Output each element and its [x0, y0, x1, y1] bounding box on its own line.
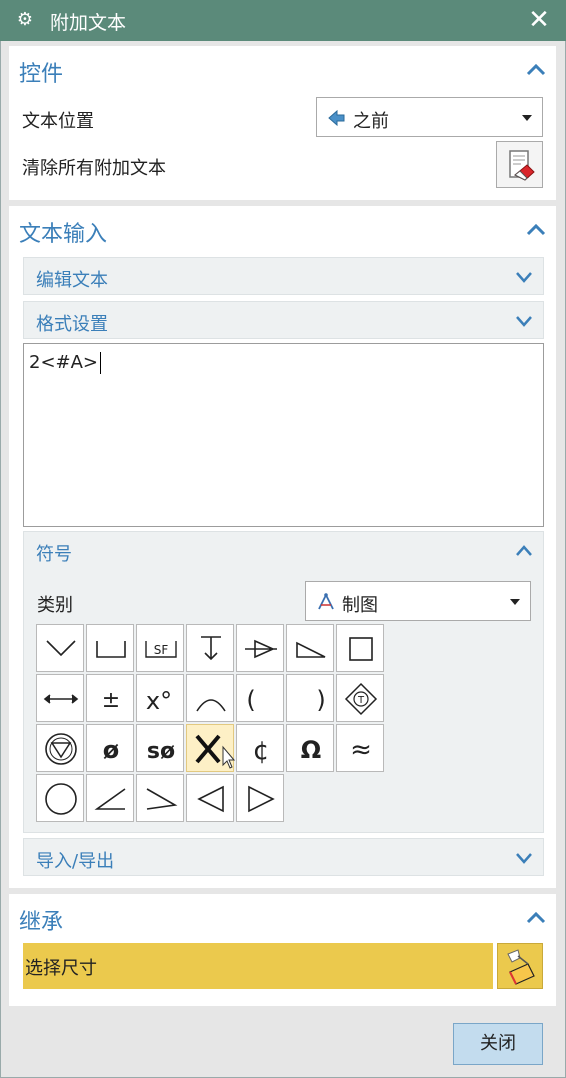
category-dropdown[interactable]: 制图 — [305, 581, 531, 621]
chevron-up-icon[interactable] — [524, 218, 548, 242]
dimension-pick-icon — [507, 949, 535, 985]
close-button[interactable]: 关闭 — [453, 1023, 543, 1065]
slope-symbol[interactable] — [286, 624, 334, 672]
svg-text:(: ( — [246, 686, 255, 714]
double-arrow-symbol[interactable] — [36, 674, 84, 722]
chevron-down-icon — [510, 599, 520, 605]
symbols-heading: 符号 — [36, 544, 72, 565]
diamond-t-symbol[interactable]: T — [336, 674, 384, 722]
import-export-heading: 导入/导出 — [36, 851, 115, 872]
symbols-header[interactable]: 符号 — [24, 532, 543, 570]
inherit-heading: 继承 — [19, 910, 64, 935]
svg-text:T: T — [357, 695, 365, 706]
svg-text:): ) — [316, 686, 325, 714]
degree-symbol[interactable]: x° — [136, 674, 184, 722]
window-title: 附加文本 — [50, 12, 127, 34]
multiply-x-symbol[interactable] — [186, 724, 235, 772]
angle-reverse-symbol[interactable] — [136, 774, 184, 822]
import-export-section[interactable]: 导入/导出 — [23, 838, 544, 876]
approx-symbol[interactable]: ≈ — [336, 724, 384, 772]
chevron-up-icon[interactable] — [524, 906, 548, 930]
text-input-area[interactable]: 2<#A> — [23, 343, 544, 527]
category-label: 类别 — [37, 595, 73, 616]
text-input-header[interactable]: 文本输入 — [9, 206, 556, 254]
svg-text:sø: sø — [147, 739, 175, 764]
text-content: 2<#A> — [29, 352, 102, 374]
text-position-dropdown[interactable]: 之前 — [316, 97, 543, 137]
chevron-down-icon[interactable] — [513, 847, 535, 869]
u-notch-symbol[interactable] — [86, 624, 134, 672]
chevron-up-icon[interactable] — [513, 540, 535, 562]
depth-symbol[interactable] — [186, 624, 234, 672]
svg-text:SF: SF — [154, 643, 169, 657]
gear-icon[interactable]: ⚙ — [14, 9, 36, 31]
svg-text:≈: ≈ — [350, 735, 372, 765]
triangle-left-symbol[interactable] — [186, 774, 234, 822]
spherical-diameter-symbol[interactable]: sø — [136, 724, 184, 772]
svg-text:±: ± — [102, 688, 120, 713]
select-dimension-button[interactable] — [497, 943, 543, 989]
diameter-symbol[interactable]: ø — [86, 724, 134, 772]
text-caret — [100, 352, 102, 374]
chevron-down-icon[interactable] — [513, 310, 535, 332]
text-position-label: 文本位置 — [22, 111, 94, 132]
eraser-icon — [509, 150, 535, 181]
chevron-up-icon[interactable] — [524, 58, 548, 82]
plus-minus-symbol[interactable]: ± — [86, 674, 134, 722]
edit-text-heading: 编辑文本 — [36, 270, 108, 291]
v-notch-symbol[interactable] — [36, 624, 84, 672]
drafting-icon — [316, 592, 336, 612]
inherit-header[interactable]: 继承 — [9, 894, 556, 942]
controls-heading: 控件 — [19, 62, 64, 87]
text-input-panel: 文本输入 编辑文本 格式设置 2<#A> 符号 类别 制图 SF ± x° (… — [9, 206, 556, 888]
circle-symbol[interactable] — [36, 774, 84, 822]
sf-symbol[interactable]: SF — [136, 624, 184, 672]
centerline-symbol[interactable]: ¢ — [236, 724, 284, 772]
triangle-right-symbol[interactable] — [236, 774, 284, 822]
format-settings-section[interactable]: 格式设置 — [23, 301, 544, 339]
symbols-section: 符号 类别 制图 SF ± x° () T ø sø ¢ Ω ≈ — [23, 531, 544, 833]
clear-all-label: 清除所有附加文本 — [22, 158, 166, 179]
svg-text:Ω: Ω — [301, 736, 321, 764]
svg-text:¢: ¢ — [253, 736, 270, 766]
controls-header[interactable]: 控件 — [9, 46, 556, 94]
title-bar: ⚙ 附加文本 ✕ — [0, 0, 566, 41]
text-position-value: 之前 — [353, 111, 389, 132]
right-paren-symbol[interactable]: ) — [286, 674, 334, 722]
controls-panel: 控件 文本位置 之前 清除所有附加文本 — [9, 46, 556, 200]
cursor-pointer-icon — [222, 745, 235, 769]
category-value: 制图 — [342, 595, 378, 616]
chevron-down-icon — [522, 115, 532, 121]
chevron-down-icon[interactable] — [513, 266, 535, 288]
close-icon[interactable]: ✕ — [524, 5, 554, 35]
arrow-triangle-symbol[interactable] — [236, 624, 284, 672]
angle-symbol[interactable] — [86, 774, 134, 822]
clear-text-button[interactable] — [496, 141, 543, 188]
omega-symbol[interactable]: Ω — [286, 724, 334, 772]
select-dimension-bar[interactable]: 选择尺寸 — [23, 943, 493, 989]
svg-text:x°: x° — [146, 687, 172, 715]
inherit-panel: 继承 选择尺寸 — [9, 894, 556, 1006]
circle-triangle-symbol[interactable] — [36, 724, 84, 772]
text-input-heading: 文本输入 — [19, 222, 108, 247]
select-dimension-label: 选择尺寸 — [25, 958, 97, 979]
arrow-left-icon — [327, 108, 347, 128]
square-symbol[interactable] — [336, 624, 384, 672]
arc-symbol[interactable] — [186, 674, 234, 722]
edit-text-section[interactable]: 编辑文本 — [23, 257, 544, 295]
left-paren-symbol[interactable]: ( — [236, 674, 284, 722]
svg-text:ø: ø — [103, 736, 120, 764]
format-settings-heading: 格式设置 — [36, 314, 108, 335]
